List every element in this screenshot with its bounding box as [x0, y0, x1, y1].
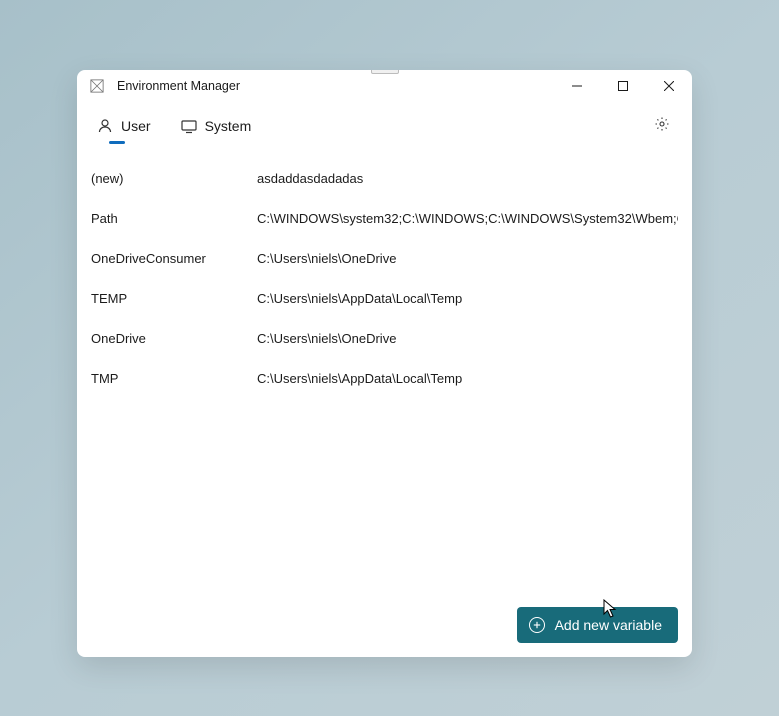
system-icon [181, 118, 197, 134]
variable-name: (new) [91, 171, 257, 186]
variable-value: asdaddasdadadas [257, 171, 678, 186]
settings-button[interactable] [646, 110, 678, 142]
variable-name: TMP [91, 371, 257, 386]
footer: Add new variable [77, 593, 692, 657]
table-row[interactable]: TEMP C:\Users\niels\AppData\Local\Temp [91, 278, 678, 318]
tabbar: User System [77, 102, 692, 150]
variable-name: OneDriveConsumer [91, 251, 257, 266]
maximize-button[interactable] [600, 70, 646, 102]
window-controls [554, 70, 692, 102]
variable-list: (new) asdaddasdadadas Path C:\WINDOWS\sy… [77, 150, 692, 593]
table-row[interactable]: Path C:\WINDOWS\system32;C:\WINDOWS;C:\W… [91, 198, 678, 238]
app-window: Environment Manager User [77, 70, 692, 657]
variable-name: TEMP [91, 291, 257, 306]
tab-user[interactable]: User [91, 110, 157, 142]
gear-icon [654, 116, 670, 137]
plus-circle-icon [529, 617, 545, 633]
window-title: Environment Manager [117, 79, 240, 93]
variable-value: C:\Users\niels\AppData\Local\Temp [257, 291, 678, 306]
variable-value: C:\Users\niels\AppData\Local\Temp [257, 371, 678, 386]
add-button-label: Add new variable [555, 617, 662, 633]
minimize-button[interactable] [554, 70, 600, 102]
variable-value: C:\Users\niels\OneDrive [257, 331, 678, 346]
table-row[interactable]: OneDriveConsumer C:\Users\niels\OneDrive [91, 238, 678, 278]
user-icon [97, 118, 113, 134]
variable-value: C:\Users\niels\OneDrive [257, 251, 678, 266]
titlebar: Environment Manager [77, 70, 692, 102]
tab-system-label: System [205, 118, 252, 134]
app-icon [89, 78, 105, 94]
tab-user-label: User [121, 118, 151, 134]
close-button[interactable] [646, 70, 692, 102]
snap-indicator [371, 70, 399, 74]
table-row[interactable]: TMP C:\Users\niels\AppData\Local\Temp [91, 358, 678, 398]
variable-name: Path [91, 211, 257, 226]
variable-name: OneDrive [91, 331, 257, 346]
table-row[interactable]: (new) asdaddasdadadas [91, 158, 678, 198]
variable-value: C:\WINDOWS\system32;C:\WINDOWS;C:\WINDOW… [257, 211, 678, 226]
add-new-variable-button[interactable]: Add new variable [517, 607, 678, 643]
table-row[interactable]: OneDrive C:\Users\niels\OneDrive [91, 318, 678, 358]
tab-system[interactable]: System [175, 110, 258, 142]
